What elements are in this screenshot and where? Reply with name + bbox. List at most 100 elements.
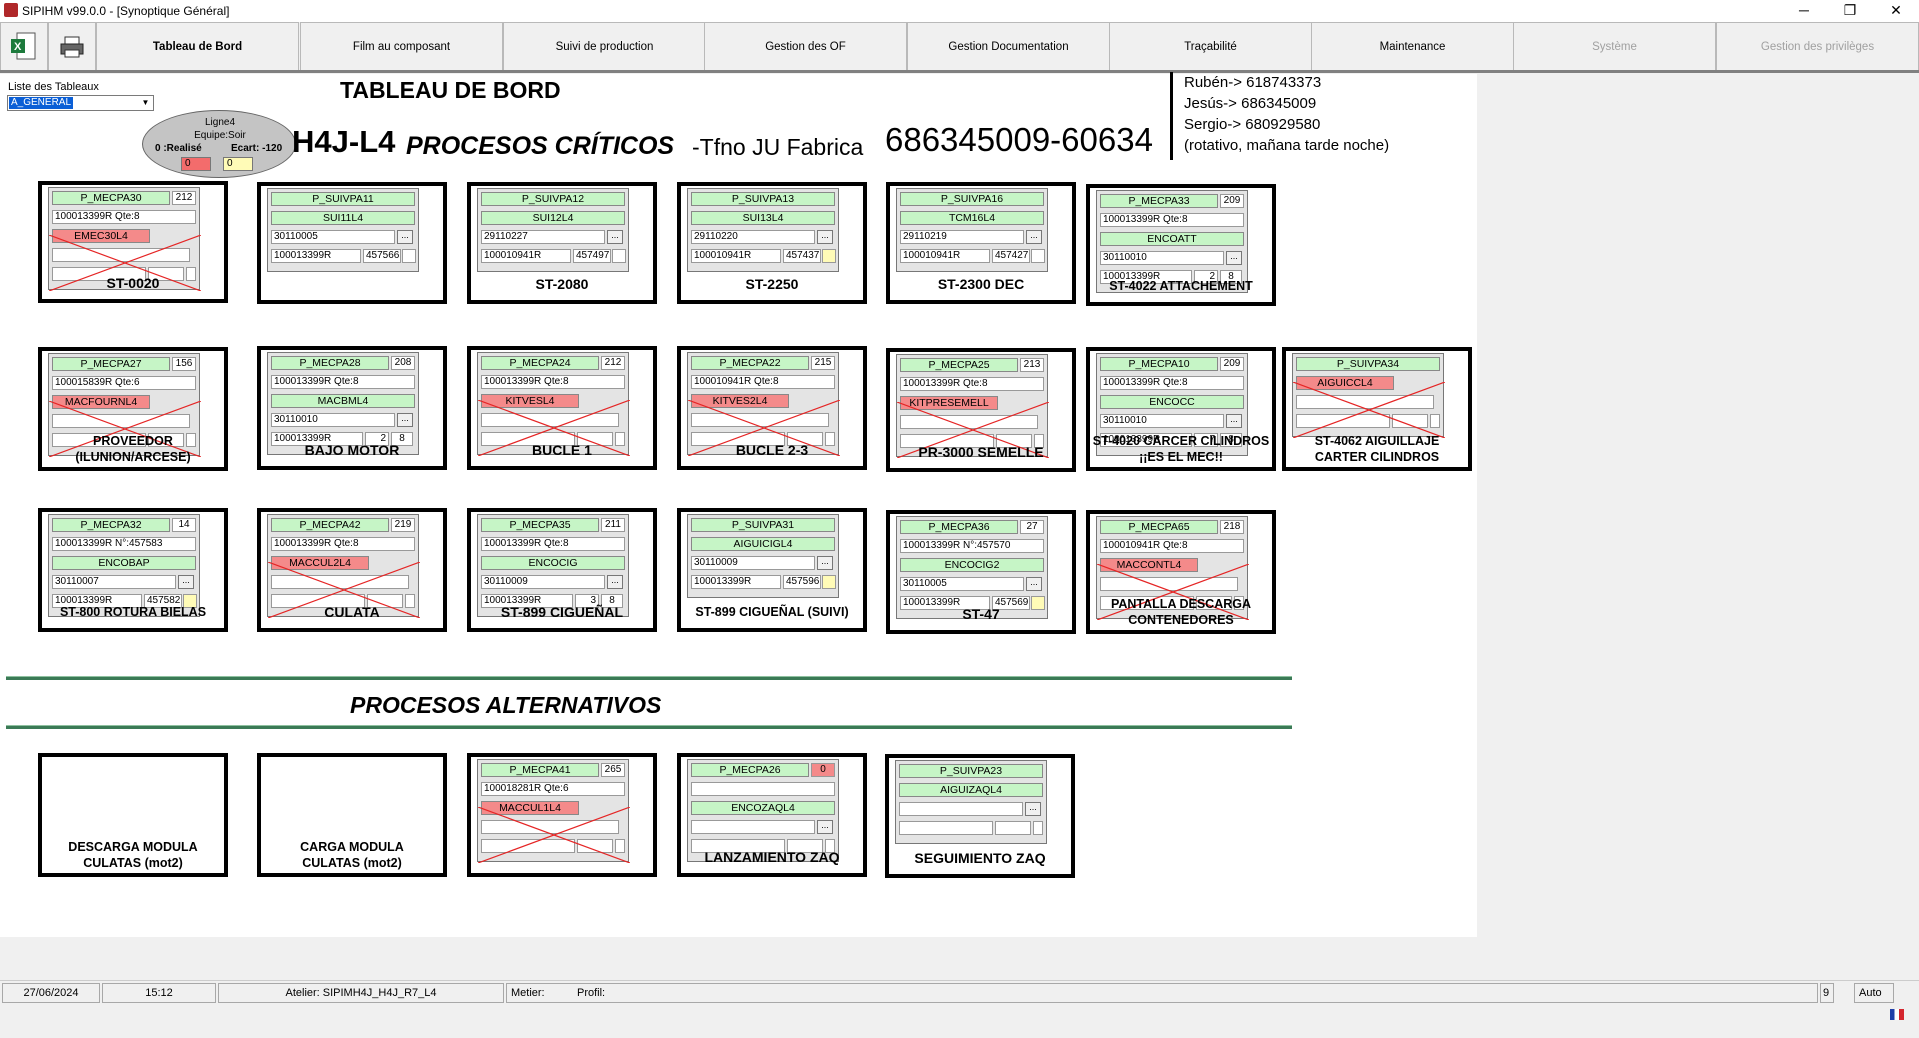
of-field[interactable]: 30110007 (52, 575, 176, 589)
poste-name[interactable]: P_MECPA32 (52, 518, 170, 532)
station-board[interactable]: P_MECPA36 27 100013399R N°:457570 ENCOCIG2 3… (886, 510, 1076, 634)
poste-name[interactable]: ENCOCC (1100, 395, 1244, 409)
machine-alert[interactable]: MACFOURNL4 (52, 395, 150, 409)
machine-alert[interactable]: AIGUICCL4 (1296, 376, 1394, 390)
browse-button[interactable]: ... (1026, 577, 1042, 591)
machine-alert[interactable]: EMEC30L4 (52, 229, 150, 243)
station-board[interactable]: P_SUIVPA13 SUI13L4 29110220... 100010941R 45… (677, 182, 867, 304)
of-field[interactable] (899, 802, 1023, 816)
poste-name[interactable]: P_MECPA28 (271, 356, 389, 370)
menu-item-6[interactable]: Traçabilité (1109, 22, 1312, 72)
of-field[interactable]: 30110005 (271, 230, 395, 244)
poste-name[interactable]: P_MECPA25 (900, 358, 1018, 372)
station-board[interactable]: DESCARGA MODULA CULATAS (mot2) (38, 753, 228, 877)
poste-name[interactable]: ENCOZAQL4 (691, 801, 835, 815)
station-board[interactable]: P_MECPA25 213 100013399R Qte:8 KITPRESEMELL… (886, 348, 1076, 472)
poste-name[interactable]: P_SUIVPA13 (691, 192, 835, 206)
machine-alert[interactable]: KITVES2L4 (691, 394, 789, 408)
browse-button[interactable]: ... (817, 556, 833, 570)
of-field[interactable]: 30110009 (481, 575, 605, 589)
station-board[interactable]: P_MECPA35 211 100013399R Qte:8 ENCOCIG 30110… (467, 508, 657, 632)
menu-item-5[interactable]: Gestion Documentation (907, 22, 1110, 72)
poste-name[interactable]: P_MECPA22 (691, 356, 809, 370)
browse-button[interactable]: ... (1226, 414, 1242, 428)
poste-name[interactable]: P_MECPA36 (900, 520, 1018, 534)
of-field[interactable]: 29110219 (900, 230, 1024, 244)
of-field[interactable]: 30110010 (1100, 251, 1224, 265)
poste-name[interactable]: SUI12L4 (481, 211, 625, 225)
station-board[interactable]: P_MECPA10 209 100013399R Qte:8 ENCOCC 301100… (1086, 347, 1276, 471)
poste-name[interactable]: P_SUIVPA12 (481, 192, 625, 206)
station-board[interactable]: P_MECPA27 156 100015839R Qte:6 MACFOURNL4 PR… (38, 347, 228, 471)
machine-alert[interactable]: KITPRESEMELL (900, 396, 998, 410)
menu-item-2[interactable]: Film au composant (300, 22, 503, 72)
poste-name[interactable]: AIGUICIGL4 (691, 537, 835, 551)
poste-name[interactable]: P_SUIVPA23 (899, 764, 1043, 778)
menu-item-8[interactable]: Système (1513, 22, 1716, 72)
poste-name[interactable]: P_MECPA65 (1100, 520, 1218, 534)
station-board[interactable]: P_SUIVPA31 AIGUICIGL4 30110009... 100013399… (677, 508, 867, 632)
machine-alert[interactable]: MACCONTL4 (1100, 558, 1198, 572)
station-board[interactable]: P_MECPA33 209 100013399R Qte:8 ENCOATT 30110… (1086, 184, 1276, 306)
poste-name[interactable]: P_MECPA30 (52, 191, 170, 205)
print-button[interactable] (48, 22, 96, 72)
poste-name[interactable]: P_MECPA35 (481, 518, 599, 532)
station-board[interactable]: P_SUIVPA34 AIGUICCL4 ST-4062 AIGUILLAJE CA… (1282, 347, 1472, 471)
poste-name[interactable]: ENCOCIG (481, 556, 625, 570)
poste-name[interactable]: P_MECPA24 (481, 356, 599, 370)
maximize-button[interactable]: ❐ (1827, 0, 1873, 22)
poste-name[interactable]: ENCOATT (1100, 232, 1244, 246)
station-board[interactable]: P_MECPA42 219 100013399R Qte:8 MACCUL2L4 CUL… (257, 508, 447, 632)
station-board[interactable]: P_SUIVPA16 TCM16L4 29110219... 100010941R 45… (886, 182, 1076, 304)
poste-name[interactable]: P_MECPA41 (481, 763, 599, 777)
of-field[interactable]: 29110227 (481, 230, 605, 244)
browse-button[interactable]: ... (1025, 802, 1041, 816)
poste-name[interactable]: P_MECPA42 (271, 518, 389, 532)
browse-button[interactable]: ... (1226, 251, 1242, 265)
poste-name[interactable]: P_SUIVPA34 (1296, 357, 1440, 371)
browse-button[interactable]: ... (607, 575, 623, 589)
station-board[interactable]: P_MECPA65 218 100010941R Qte:8 MACCONTL4 PAN… (1086, 510, 1276, 634)
poste-name[interactable]: AIGUIZAQL4 (899, 783, 1043, 797)
machine-alert[interactable]: MACCUL1L4 (481, 801, 579, 815)
of-field[interactable] (691, 820, 815, 834)
poste-name[interactable]: P_SUIVPA11 (271, 192, 415, 206)
browse-button[interactable]: ... (178, 575, 194, 589)
machine-alert[interactable]: KITVESL4 (481, 394, 579, 408)
poste-name[interactable]: P_MECPA10 (1100, 357, 1218, 371)
station-board[interactable]: P_SUIVPA11 SUI11L4 30110005... 100013399R 45… (257, 182, 447, 304)
of-field[interactable]: 30110010 (271, 413, 395, 427)
station-board[interactable]: P_SUIVPA23 AIGUIZAQL4... SEGUIMIENTO ZAQ (885, 754, 1075, 878)
poste-name[interactable]: SUI11L4 (271, 211, 415, 225)
of-field[interactable]: 30110005 (900, 577, 1024, 591)
station-board[interactable]: P_MECPA24 212 100013399R Qte:8 KITVESL4 BUCL… (467, 346, 657, 470)
poste-name[interactable]: P_MECPA27 (52, 357, 170, 371)
station-board[interactable]: P_MECPA28 208 100013399R Qte:8 MACBML4 30110… (257, 346, 447, 470)
browse-button[interactable]: ... (397, 230, 413, 244)
station-board[interactable]: P_MECPA41 265 100018281R Qte:6 MACCUL1L4 (467, 753, 657, 877)
menu-item-4[interactable]: Gestion des OF (704, 22, 907, 72)
minimize-button[interactable]: ─ (1781, 0, 1827, 22)
poste-name[interactable]: ENCOCIG2 (900, 558, 1044, 572)
browse-button[interactable]: ... (397, 413, 413, 427)
of-field[interactable]: 30110010 (1100, 414, 1224, 428)
of-field[interactable]: 29110220 (691, 230, 815, 244)
poste-name[interactable]: P_SUIVPA31 (691, 518, 835, 532)
excel-export-button[interactable]: X (0, 22, 48, 72)
station-board[interactable]: CARGA MODULA CULATAS (mot2) (257, 753, 447, 877)
close-button[interactable]: ✕ (1873, 0, 1919, 22)
machine-alert[interactable]: MACCUL2L4 (271, 556, 369, 570)
station-board[interactable]: P_SUIVPA12 SUI12L4 29110227... 100010941R 45… (467, 182, 657, 304)
station-board[interactable]: P_MECPA22 215 100010941R Qte:8 KITVES2L4 BUC… (677, 346, 867, 470)
browse-button[interactable]: ... (817, 820, 833, 834)
station-board[interactable]: P_MECPA30 212 100013399R Qte:8 EMEC30L4 ST-0… (38, 181, 228, 303)
menu-item-9[interactable]: Gestion des privilèges (1716, 22, 1919, 72)
browse-button[interactable]: ... (1026, 230, 1042, 244)
station-board[interactable]: P_MECPA32 14 100013399R N°:457583 ENCOBAP 30… (38, 508, 228, 632)
browse-button[interactable]: ... (817, 230, 833, 244)
poste-name[interactable]: MACBML4 (271, 394, 415, 408)
poste-name[interactable]: P_MECPA26 (691, 763, 809, 777)
browse-button[interactable]: ... (607, 230, 623, 244)
menu-item-7[interactable]: Maintenance (1311, 22, 1514, 72)
menu-item-1[interactable]: Tableau de Bord (96, 22, 299, 72)
